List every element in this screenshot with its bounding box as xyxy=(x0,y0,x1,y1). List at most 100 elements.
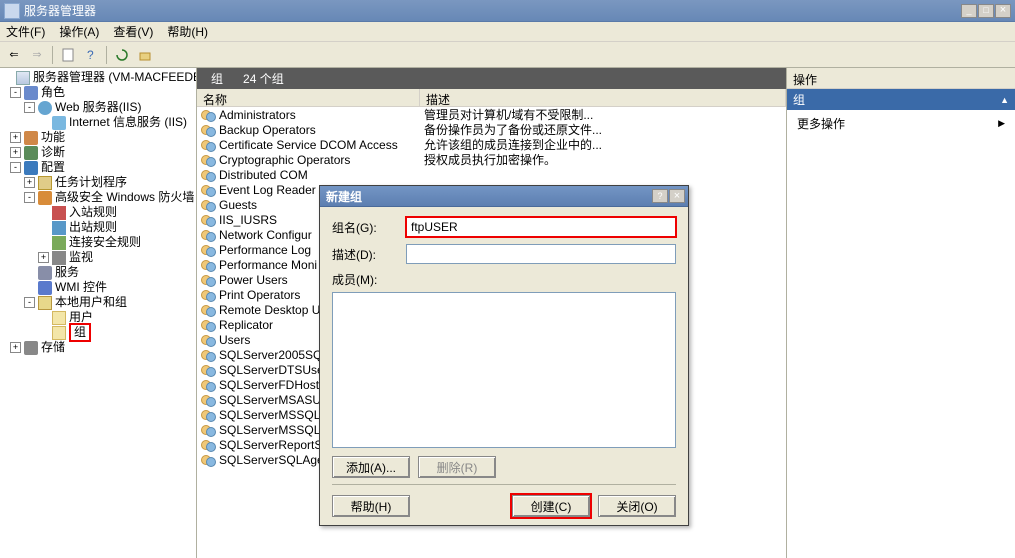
tree-web[interactable]: -Web 服务器(IIS) xyxy=(0,100,196,115)
back-button[interactable]: ⇐ xyxy=(4,45,24,65)
server-icon xyxy=(16,71,30,85)
expand-icon[interactable]: + xyxy=(24,177,35,188)
row-name: Certificate Service DCOM Access xyxy=(219,138,398,152)
folder-icon xyxy=(52,326,66,340)
tree-label: Internet 信息服务 (IIS) xyxy=(69,115,187,130)
tool-button-1[interactable] xyxy=(58,45,78,65)
actions-pane: 操作 组 ▲ 更多操作 ▶ xyxy=(787,68,1015,558)
group-icon xyxy=(201,408,216,422)
tree-label: 服务器管理器 (VM-MACFEEDBSJ) xyxy=(33,70,197,85)
dialog-close-button[interactable]: × xyxy=(669,189,685,203)
tool-button-3[interactable] xyxy=(112,45,132,65)
row-name: SQLServerMSASUse xyxy=(219,393,334,407)
col-name[interactable]: 名称 xyxy=(197,89,420,106)
tree-features[interactable]: +功能 xyxy=(0,130,196,145)
window-title: 服务器管理器 xyxy=(24,2,961,19)
menu-help[interactable]: 帮助(H) xyxy=(167,23,208,40)
list-header: 组 24 个组 xyxy=(197,68,786,89)
users-groups-icon xyxy=(38,296,52,310)
group-icon xyxy=(201,123,216,137)
group-icon xyxy=(201,288,216,302)
menu-action[interactable]: 操作(A) xyxy=(59,23,99,40)
tree-label: 入站规则 xyxy=(69,205,117,220)
tree-diag[interactable]: +诊断 xyxy=(0,145,196,160)
actions-more[interactable]: 更多操作 ▶ xyxy=(787,110,1015,137)
close-dialog-button[interactable]: 关闭(O) xyxy=(598,495,676,517)
expand-icon[interactable]: + xyxy=(10,342,21,353)
tree-groups[interactable]: 组 xyxy=(0,325,196,340)
group-icon xyxy=(201,108,216,122)
dialog-titlebar[interactable]: 新建组 ? × xyxy=(320,186,688,207)
tree-label-selected: 组 xyxy=(69,323,91,342)
tree-config[interactable]: -配置 xyxy=(0,160,196,175)
tree-wmi[interactable]: WMI 控件 xyxy=(0,280,196,295)
tree-roles[interactable]: -角色 xyxy=(0,85,196,100)
column-headers: 名称 描述 xyxy=(197,89,786,107)
navigation-tree[interactable]: 服务器管理器 (VM-MACFEEDBSJ) -角色 -Web 服务器(IIS)… xyxy=(0,68,197,558)
help-icon: ? xyxy=(84,48,98,62)
toolbar-separator xyxy=(52,46,53,64)
collapse-icon[interactable]: - xyxy=(10,162,21,173)
tree-services[interactable]: 服务 xyxy=(0,265,196,280)
row-desc: 授权成员执行加密操作。 xyxy=(420,151,786,168)
menu-view[interactable]: 查看(V) xyxy=(113,23,153,40)
group-icon xyxy=(201,393,216,407)
col-desc[interactable]: 描述 xyxy=(420,89,786,106)
add-button[interactable]: 添加(A)... xyxy=(332,456,410,478)
minimize-button[interactable]: _ xyxy=(961,4,977,18)
app-icon xyxy=(4,3,20,19)
create-button[interactable]: 创建(C) xyxy=(512,495,590,517)
dialog-help-button[interactable]: ? xyxy=(652,189,668,203)
actions-more-label: 更多操作 xyxy=(797,115,845,132)
row-name: Users xyxy=(219,333,250,347)
members-list[interactable] xyxy=(332,292,676,448)
row-name: Guests xyxy=(219,198,257,212)
folder-icon xyxy=(52,311,66,325)
row-name: IIS_IUSRS xyxy=(219,213,277,227)
tree-local-users-groups[interactable]: -本地用户和组 xyxy=(0,295,196,310)
tree-fw-in[interactable]: 入站规则 xyxy=(0,205,196,220)
list-row[interactable]: Cryptographic Operators授权成员执行加密操作。 xyxy=(197,152,786,167)
close-button[interactable]: × xyxy=(995,4,1011,18)
help-button[interactable]: 帮助(H) xyxy=(332,495,410,517)
list-row[interactable]: Distributed COM xyxy=(197,167,786,182)
maximize-button[interactable]: □ xyxy=(978,4,994,18)
group-icon xyxy=(201,198,216,212)
expand-icon[interactable]: + xyxy=(10,132,21,143)
tree-fw-sec[interactable]: 连接安全规则 xyxy=(0,235,196,250)
list-row[interactable]: Certificate Service DCOM Access允许该组的成员连接… xyxy=(197,137,786,152)
group-desc-input[interactable] xyxy=(406,244,676,264)
group-icon xyxy=(201,213,216,227)
group-icon xyxy=(201,318,216,332)
actions-subheader[interactable]: 组 ▲ xyxy=(787,89,1015,110)
tree-label: 高级安全 Windows 防火墙 xyxy=(55,190,194,205)
tree-users[interactable]: 用户 xyxy=(0,310,196,325)
collapse-icon[interactable]: - xyxy=(10,87,21,98)
web-icon xyxy=(38,101,52,115)
expand-icon[interactable]: + xyxy=(10,147,21,158)
group-name-input[interactable] xyxy=(406,217,676,237)
list-row[interactable]: Backup Operators备份操作员为了备份或还原文件... xyxy=(197,122,786,137)
tool-button-2[interactable]: ? xyxy=(81,45,101,65)
forward-button[interactable]: ⇒ xyxy=(27,45,47,65)
row-name: SQLServer2005SQL xyxy=(219,348,329,362)
remove-button[interactable]: 删除(R) xyxy=(418,456,496,478)
services-icon xyxy=(38,266,52,280)
tree-monitor[interactable]: +监视 xyxy=(0,250,196,265)
tree-root[interactable]: 服务器管理器 (VM-MACFEEDBSJ) xyxy=(0,70,196,85)
tool-button-4[interactable] xyxy=(135,45,155,65)
menu-file[interactable]: 文件(F) xyxy=(6,23,45,40)
group-name-label: 组名(G): xyxy=(332,219,406,236)
collapse-icon[interactable]: - xyxy=(24,102,35,113)
collapse-icon[interactable]: - xyxy=(24,297,35,308)
outbound-icon xyxy=(52,221,66,235)
tree-task[interactable]: +任务计划程序 xyxy=(0,175,196,190)
expand-icon[interactable]: + xyxy=(38,252,49,263)
group-icon xyxy=(201,258,216,272)
collapse-icon[interactable]: - xyxy=(24,192,35,203)
list-row[interactable]: Administrators管理员对计算机/域有不受限制... xyxy=(197,107,786,122)
tree-iis[interactable]: Internet 信息服务 (IIS) xyxy=(0,115,196,130)
tree-fw-out[interactable]: 出站规则 xyxy=(0,220,196,235)
tree-firewall[interactable]: - 高级安全 Windows 防火墙 xyxy=(0,190,196,205)
tree-storage[interactable]: +存储 xyxy=(0,340,196,355)
